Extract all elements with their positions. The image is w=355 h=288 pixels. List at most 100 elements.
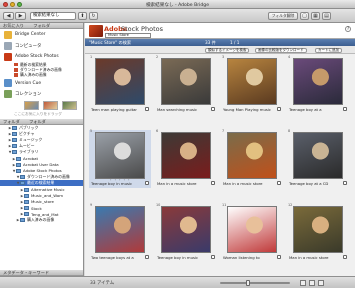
refresh-button[interactable]: ↻ (89, 11, 98, 20)
status-bar: 33 アイテム (0, 276, 355, 288)
photo-thumbnail[interactable] (293, 206, 343, 253)
view-button[interactable]: ▦ (311, 11, 320, 20)
thumbnail-cell[interactable]: 7 Man in a music store (221, 129, 283, 188)
favorite-collection[interactable]: コレクション (0, 89, 83, 100)
thumbnail-cell[interactable]: 9 Two teenage boys at a (89, 203, 151, 262)
help-icon[interactable]: ? (345, 26, 351, 32)
folder-tree-item[interactable]: ▶ 購入済みの画像 (0, 217, 83, 223)
folder-icon (24, 206, 29, 211)
logo-stock-text: Stock Photos (121, 25, 163, 33)
thumbnail-cell[interactable]: 8 Teenage boy at a CD (287, 129, 349, 188)
folder-label: Adobe Stock Photos (23, 168, 62, 174)
window-title: 検索結果なし - Adobe Bridge (145, 2, 210, 8)
tab-favorites[interactable]: お気に入り (3, 23, 24, 28)
folder-icon (24, 212, 29, 217)
filter-dropdown[interactable]: フィルタ解除 (268, 11, 298, 20)
stock-badge-icon (343, 181, 347, 185)
photo-thumbnail[interactable] (293, 132, 343, 179)
photo-thumbnail[interactable] (227, 132, 277, 179)
details-view-icon[interactable] (318, 280, 324, 286)
trash-button[interactable]: ▤ (322, 11, 331, 20)
thumbnail-cell[interactable]: 6 Man in a music store (155, 129, 217, 188)
thumbnail-number: 1 (90, 55, 93, 59)
favorite-label: Version Cue (15, 80, 42, 86)
stock-search-input[interactable]: Music Store (105, 33, 151, 38)
sidebar: お気に入り フォルダ Bridge Center コンピュータ Adobe St… (0, 23, 84, 276)
thumbnail-cell[interactable]: 4 Teenage boy at a (287, 55, 349, 114)
up-folder-button[interactable]: ⬆ (78, 11, 87, 20)
stock-folder-icon (14, 62, 18, 67)
stock-badge-icon (145, 107, 149, 111)
list-view-icon[interactable] (309, 280, 315, 286)
photo-thumbnail[interactable] (227, 206, 277, 253)
folder-icon (20, 218, 25, 223)
folder-label: ムービー (19, 143, 35, 149)
stock-badge-icon (145, 255, 149, 259)
photo-thumbnail[interactable] (95, 132, 145, 179)
thumbnail-number: 12 (288, 203, 293, 207)
folder-icon (12, 131, 17, 136)
adobe-stock-logo-icon (89, 25, 103, 37)
favorite-stock-photos[interactable]: Adobe Stock Photos (0, 51, 83, 62)
thumbnail-caption: Man searching music (157, 107, 198, 112)
thumbnail-cell[interactable]: 11 Woman listening to (221, 203, 283, 262)
thumbnail-number: 10 (156, 203, 161, 207)
back-button[interactable]: ◀ (3, 11, 14, 20)
item-count: 33 アイテム (90, 281, 115, 286)
photo-thumbnail[interactable] (227, 58, 277, 105)
favorite-label: Adobe Stock Photos (15, 54, 59, 59)
photo-thumbnail[interactable] (95, 58, 145, 105)
tab-folders-top[interactable]: フォルダ (33, 23, 50, 28)
results-path-bar: "Music Store" の検索 33 件 1 / 1 (85, 39, 355, 46)
forward-button[interactable]: ▶ (15, 11, 26, 20)
metadata-tab-label: メタデータ・キーワード (3, 270, 50, 275)
search-value: Music Store (108, 33, 129, 37)
photo-thumbnail[interactable] (161, 58, 211, 105)
location-dropdown[interactable]: 検索結果なし (30, 11, 76, 20)
trash-icon: ▤ (324, 12, 329, 19)
results-page: 1 / 1 (230, 40, 240, 45)
thumbnail-cell[interactable]: ・・・・・ 5 Teenage boy in music (89, 129, 151, 188)
folder-label: 購入済みの画像 (27, 217, 55, 223)
add-to-cart-button[interactable]: カートに追加 (315, 47, 342, 53)
favorite-label: Bridge Center (15, 32, 46, 37)
favorite-version-cue[interactable]: Version Cue (0, 78, 83, 89)
collection-thumb[interactable] (62, 100, 77, 110)
folder-icon (20, 175, 25, 180)
folder-label: Acrobat User Data (23, 162, 59, 168)
thumbnail-caption: Woman listening to (223, 255, 260, 260)
folder-label: Teng_and_Mat (31, 211, 59, 217)
folder-icon (12, 150, 17, 155)
filter-label: フィルタ解除 (271, 12, 295, 18)
photo-thumbnail[interactable] (161, 132, 211, 179)
photo-thumbnail[interactable] (161, 206, 211, 253)
thumbnail-size-slider[interactable] (220, 282, 290, 284)
computer-icon (4, 41, 12, 50)
title-bar: 検索結果なし - Adobe Bridge (0, 0, 355, 9)
thumbnail-size-knob[interactable] (246, 280, 250, 286)
thumbnail-caption: Teenage boy at a CD (289, 181, 329, 186)
thumbnail-cell[interactable]: 1 Teen man playing guitar (89, 55, 151, 114)
results-count: 33 件 (205, 40, 216, 45)
collection-thumb[interactable] (43, 100, 58, 110)
favorite-label: コレクション (15, 92, 42, 98)
thumbnail-cell[interactable]: 12 Man in a music store (287, 203, 349, 262)
thumbnail-cell[interactable]: 10 Teenage boy in music (155, 203, 217, 262)
new-folder-button[interactable]: ▢ (300, 11, 309, 20)
tab-folders-alt[interactable]: フォルダ (29, 119, 46, 124)
bridge-center-icon (4, 30, 12, 39)
thumbnail-cell[interactable]: 3 Young Man Playing music (221, 55, 283, 114)
thumbnail-number: 2 (156, 55, 159, 59)
collection-thumb[interactable] (24, 100, 39, 110)
view-mode-icon[interactable] (300, 280, 306, 286)
photo-thumbnail[interactable] (293, 58, 343, 105)
find-similar-button[interactable]: 類似するイメージを検索 (205, 47, 250, 53)
download-comp-button[interactable]: 画像の比較版をダウンロード (255, 47, 307, 53)
thumbnail-cell[interactable]: 2 Man searching music (155, 55, 217, 114)
favorite-computer[interactable]: コンピュータ (0, 40, 83, 51)
thumbnail-caption: Two teenage boys at a (91, 255, 134, 260)
photo-thumbnail[interactable] (95, 206, 145, 253)
favorite-bridge-center[interactable]: Bridge Center (0, 29, 83, 40)
tab-folders[interactable]: フォルダ (3, 119, 20, 124)
thumbnail-number: 7 (222, 129, 225, 133)
